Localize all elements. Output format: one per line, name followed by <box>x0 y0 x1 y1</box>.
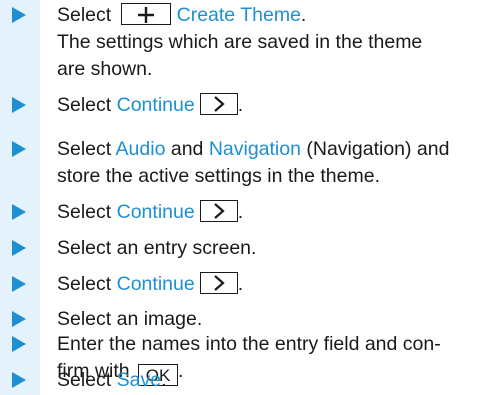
step-text: are shown. <box>57 58 153 80</box>
continue-link: Continue <box>116 273 195 295</box>
step-text: . <box>237 201 244 223</box>
step-text: Select <box>57 201 112 223</box>
step-text: . <box>161 369 167 391</box>
step-text: Select <box>57 138 112 160</box>
triangle-right-icon <box>12 276 26 292</box>
step-text: . <box>237 273 244 295</box>
step-text: and <box>170 138 204 160</box>
step-text: (Navigation) and <box>306 138 450 160</box>
chevron-right-icon <box>199 200 238 222</box>
step-text: . <box>237 94 244 116</box>
step-text: Select <box>57 4 112 26</box>
step-text: Select <box>57 273 112 295</box>
triangle-right-icon <box>12 97 26 113</box>
step-text: Enter the names into the entry field and… <box>57 333 441 355</box>
continue-link: Continue <box>116 94 195 116</box>
triangle-right-icon <box>12 372 26 388</box>
triangle-right-icon <box>12 336 26 352</box>
plus-icon <box>120 3 171 25</box>
create-theme-link: Create Theme <box>176 4 301 26</box>
chevron-right-icon <box>199 93 238 115</box>
step-text: Select <box>57 369 112 391</box>
chevron-right-icon <box>199 272 238 294</box>
step-text: Select an entry screen. <box>57 237 257 259</box>
save-link: Save <box>116 369 162 391</box>
step-text: store the active settings in the theme. <box>57 165 381 187</box>
step-text: . <box>300 4 307 26</box>
triangle-right-icon <box>12 7 26 23</box>
triangle-right-icon <box>12 311 26 327</box>
triangle-right-icon <box>12 240 26 256</box>
step-text: The settings which are saved in the them… <box>57 31 423 53</box>
triangle-right-icon <box>12 204 26 220</box>
continue-link: Continue <box>116 201 195 223</box>
step-text: Select <box>57 94 112 116</box>
navigation-link: Navigation <box>208 138 301 160</box>
triangle-right-icon <box>12 141 26 157</box>
audio-link: Audio <box>115 138 166 160</box>
step-text: Select an image. <box>57 308 203 330</box>
